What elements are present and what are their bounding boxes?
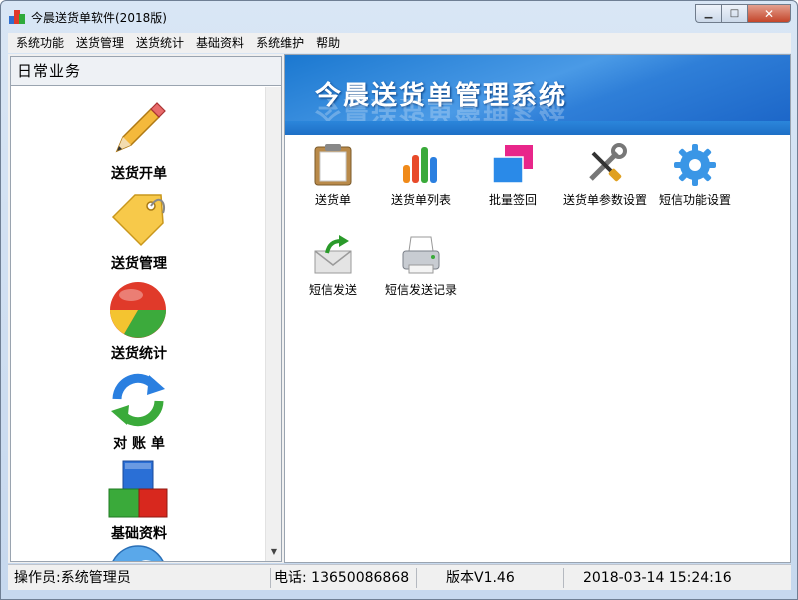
blocks-icon (108, 460, 168, 518)
minimize-button[interactable]: ▁ (695, 4, 721, 23)
window-title: 今晨送货单软件(2018版) (31, 11, 167, 25)
menu-help[interactable]: 帮助 (311, 33, 347, 53)
func-label-sms-settings: 短信功能设置 (658, 193, 731, 207)
nav-item-more[interactable] (11, 539, 267, 561)
nav-label-delivery-management: 送货管理 (111, 256, 167, 272)
func-sms-settings[interactable]: 短信功能设置 (647, 141, 743, 221)
bar-chart-icon (403, 147, 437, 183)
func-label-delivery-list: 送货单列表 (390, 193, 451, 207)
menu-system-functions[interactable]: 系统功能 (11, 33, 71, 53)
mail-send-icon (314, 235, 352, 274)
nav-item-basic-data[interactable]: 基础资料 (11, 455, 267, 545)
nav-item-statement[interactable]: 对 账 单 (11, 365, 267, 455)
title-bar[interactable]: 今晨送货单软件(2018版) ▁ □ ✕ (1, 1, 797, 31)
window-controls: ▁ □ ✕ (695, 4, 791, 24)
tag-icon (111, 194, 165, 247)
nav-label-statement: 对 账 单 (113, 436, 165, 452)
gear-icon (674, 144, 716, 186)
left-nav-panel: 日常业务 送货开单 送货管理 送货统计 对 账 单 基础资料 ▼ (10, 56, 282, 562)
client-area: 日常业务 送货开单 送货管理 送货统计 对 账 单 基础资料 ▼ 今晨送货单管理… (8, 54, 791, 563)
status-operator: 操作员:系统管理员 (14, 570, 131, 586)
status-separator (563, 568, 564, 588)
menu-delivery-statistics[interactable]: 送货统计 (131, 33, 191, 53)
clipboard-icon (314, 144, 352, 186)
func-sms-records[interactable]: 短信发送记录 (373, 231, 469, 311)
nav-item-delivery-management[interactable]: 送货管理 (11, 185, 267, 275)
printer-icon (402, 236, 440, 274)
nav-item-delivery-statistics[interactable]: 送货统计 (11, 275, 267, 365)
status-phone: 电话: 13650086868 (274, 570, 410, 586)
func-batch-signback[interactable]: 批量签回 (465, 141, 561, 221)
func-label-delivery-note: 送货单 (314, 193, 351, 207)
menu-system-maintenance[interactable]: 系统维护 (251, 33, 311, 53)
func-sms-send[interactable]: 短信发送 (285, 231, 381, 311)
system-banner: 今晨送货单管理系统 今晨送货单管理系统 (285, 55, 790, 135)
func-label-batch-signback: 批量签回 (488, 193, 537, 207)
nav-label-delivery-statistics: 送货统计 (111, 346, 167, 362)
left-panel-header: 日常业务 (11, 57, 281, 86)
nav-item-create-delivery[interactable]: 送货开单 (11, 95, 267, 185)
func-label-sms-records: 短信发送记录 (384, 283, 457, 297)
tools-icon (589, 143, 627, 182)
pencil-icon (115, 102, 166, 153)
func-label-delivery-settings: 送货单参数设置 (562, 193, 647, 207)
refresh-icon (111, 373, 165, 427)
pie-chart-icon (110, 282, 166, 338)
app-logo-icon (9, 8, 25, 24)
nav-scrollbar[interactable]: ▼ (265, 87, 281, 561)
func-delivery-list[interactable]: 送货单列表 (373, 141, 469, 221)
menu-delivery-management[interactable]: 送货管理 (71, 33, 131, 53)
status-separator (270, 568, 271, 588)
status-separator (416, 568, 417, 588)
scroll-down-icon[interactable]: ▼ (266, 545, 282, 559)
func-delivery-note[interactable]: 送货单 (285, 141, 381, 221)
menu-basic-data[interactable]: 基础资料 (191, 33, 251, 53)
nav-label-create-delivery: 送货开单 (111, 166, 167, 182)
nav-list[interactable]: 送货开单 送货管理 送货统计 对 账 单 基础资料 (11, 87, 267, 561)
main-panel: 今晨送货单管理系统 今晨送货单管理系统 送货单 送货单列表 批量签回 送货单参数… (284, 54, 791, 563)
func-label-sms-send: 短信发送 (308, 283, 357, 297)
windows-icon (492, 145, 533, 184)
banner-bottom-bar (285, 121, 790, 135)
app-window: 今晨送货单软件(2018版) ▁ □ ✕ 系统功能 送货管理 送货统计 基础资料… (0, 0, 798, 600)
close-button[interactable]: ✕ (747, 4, 791, 23)
menu-bar: 系统功能 送货管理 送货统计 基础资料 系统维护 帮助 (8, 33, 791, 53)
func-delivery-settings[interactable]: 送货单参数设置 (557, 141, 653, 221)
globe-icon (112, 545, 164, 561)
status-datetime: 2018-03-14 15:24:16 (583, 570, 732, 586)
status-bar: 操作员:系统管理员 电话: 13650086868 版本V1.46 2018-0… (8, 564, 791, 590)
status-version: 版本V1.46 (446, 570, 515, 586)
maximize-button[interactable]: □ (721, 4, 747, 23)
